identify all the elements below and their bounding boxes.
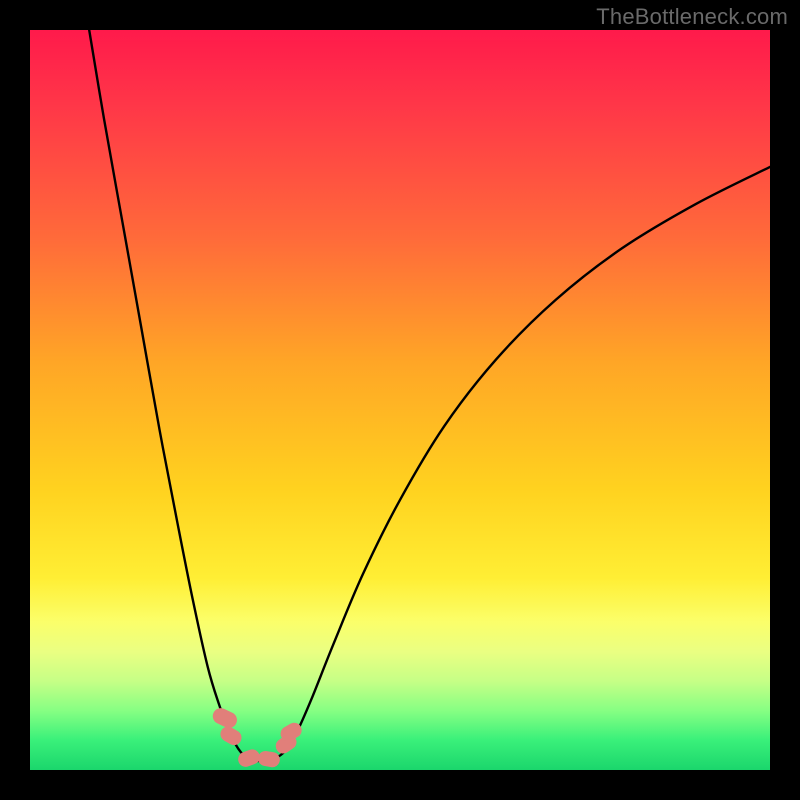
plot-area (30, 30, 770, 770)
gradient-background (30, 30, 770, 770)
chart-frame: TheBottleneck.com (0, 0, 800, 800)
watermark-text: TheBottleneck.com (596, 4, 788, 30)
